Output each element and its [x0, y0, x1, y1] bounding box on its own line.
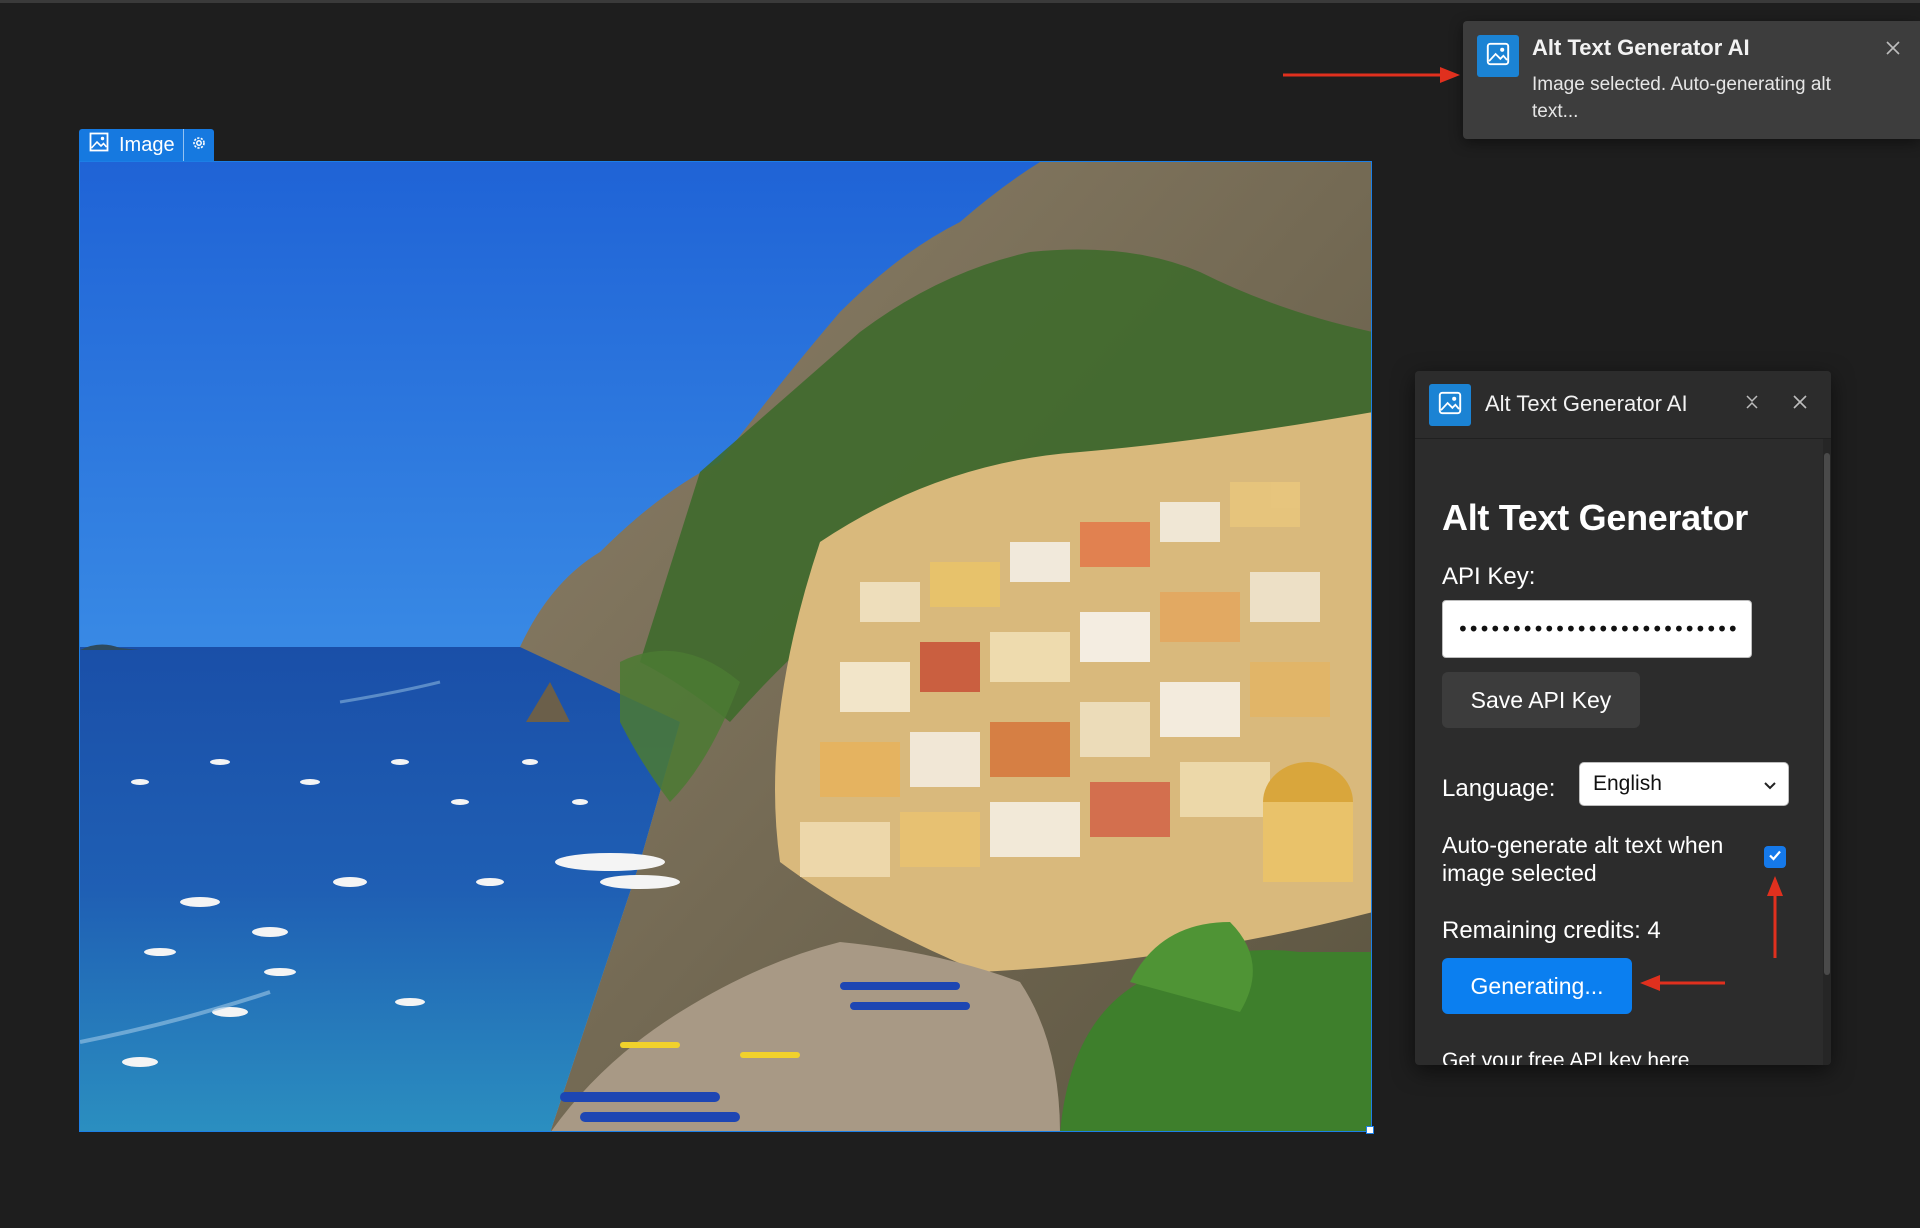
language-label: Language:: [1442, 775, 1556, 802]
language-selected-value: English: [1593, 772, 1662, 795]
image-icon: [1438, 391, 1462, 420]
panel-body: Alt Text Generator API Key: Save API Key…: [1415, 439, 1822, 1065]
remaining-credits: Remaining credits: 4: [1442, 917, 1661, 944]
image-tag-label: Image: [119, 133, 175, 156]
checkmark-icon: [1767, 847, 1783, 868]
generate-button[interactable]: Generating...: [1442, 958, 1632, 1014]
save-api-key-button[interactable]: Save API Key: [1442, 672, 1640, 728]
auto-generate-label: Auto-generate alt text when image select…: [1442, 832, 1724, 886]
api-key-input[interactable]: [1442, 600, 1752, 658]
toast-notification: Alt Text Generator AI Image selected. Au…: [1463, 21, 1920, 139]
image-element-tag[interactable]: Image: [79, 129, 214, 161]
arrow-to-toast: [1283, 67, 1460, 83]
close-icon: [1885, 40, 1901, 61]
selected-image[interactable]: [79, 161, 1372, 1132]
panel-heading: Alt Text Generator: [1442, 497, 1748, 538]
language-select[interactable]: English: [1579, 762, 1789, 806]
toast-app-icon: [1477, 35, 1519, 77]
toast-message: Image selected. Auto-generating alt text…: [1532, 74, 1831, 122]
toast-close-button[interactable]: [1882, 39, 1904, 61]
panel-close-button[interactable]: [1789, 393, 1811, 415]
api-key-label: API Key:: [1442, 563, 1536, 590]
scrollbar-thumb[interactable]: [1824, 453, 1830, 975]
image-tag-label-group[interactable]: Image: [79, 129, 183, 161]
resize-handle[interactable]: [1366, 1126, 1374, 1134]
top-border: [0, 0, 1920, 3]
image-icon: [89, 132, 109, 158]
panel-header[interactable]: Alt Text Generator AI: [1415, 371, 1831, 439]
plugin-panel: Alt Text Generator AI Alt Text Generator…: [1415, 371, 1831, 1065]
auto-generate-checkbox[interactable]: [1764, 846, 1786, 868]
panel-collapse-button[interactable]: [1741, 393, 1763, 415]
image-icon: [1486, 42, 1510, 71]
get-api-key-link[interactable]: Get your free API key here: [1442, 1049, 1689, 1065]
toast-title: Alt Text Generator AI: [1532, 35, 1750, 60]
close-icon: [1792, 394, 1808, 415]
panel-title: Alt Text Generator AI: [1485, 391, 1688, 416]
panel-scrollbar[interactable]: [1823, 439, 1831, 1065]
panel-app-icon: [1429, 384, 1471, 426]
collapse-icon: [1744, 394, 1760, 415]
image-settings-button[interactable]: [182, 129, 214, 161]
gear-icon: [190, 134, 208, 157]
coastal-town-photo: [80, 162, 1371, 1131]
chevron-down-icon: [1762, 775, 1778, 799]
